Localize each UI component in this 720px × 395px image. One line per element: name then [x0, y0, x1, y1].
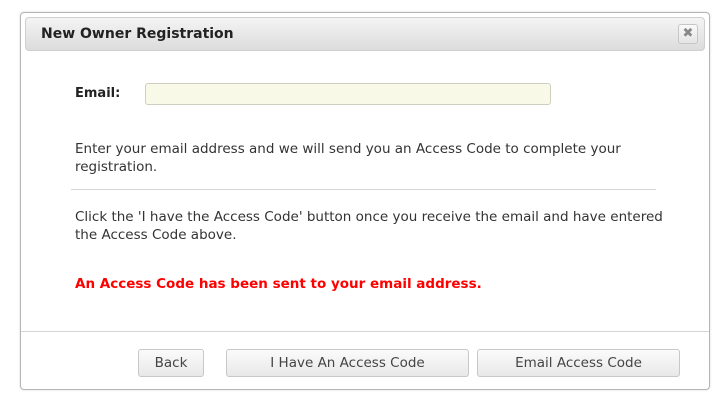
dialog-title: New Owner Registration [41, 26, 234, 42]
dialog-titlebar[interactable]: New Owner Registration ✖ [25, 17, 705, 51]
close-button[interactable]: ✖ [678, 24, 698, 44]
footer-divider [21, 331, 709, 332]
registration-dialog: New Owner Registration ✖ Email: Enter yo… [20, 12, 710, 390]
back-button[interactable]: Back [138, 349, 204, 377]
instructions-paragraph-2: Click the 'I have the Access Code' butto… [75, 209, 663, 243]
email-input[interactable] [145, 83, 551, 105]
instructions-paragraph-1: Enter your email address and we will sen… [75, 141, 621, 175]
email-access-code-button[interactable]: Email Access Code [477, 349, 680, 377]
status-message: An Access Code has been sent to your ema… [75, 276, 482, 292]
close-icon: ✖ [682, 26, 694, 41]
section-divider [71, 189, 656, 190]
email-label: Email: [75, 86, 121, 101]
have-access-code-button[interactable]: I Have An Access Code [226, 349, 469, 377]
